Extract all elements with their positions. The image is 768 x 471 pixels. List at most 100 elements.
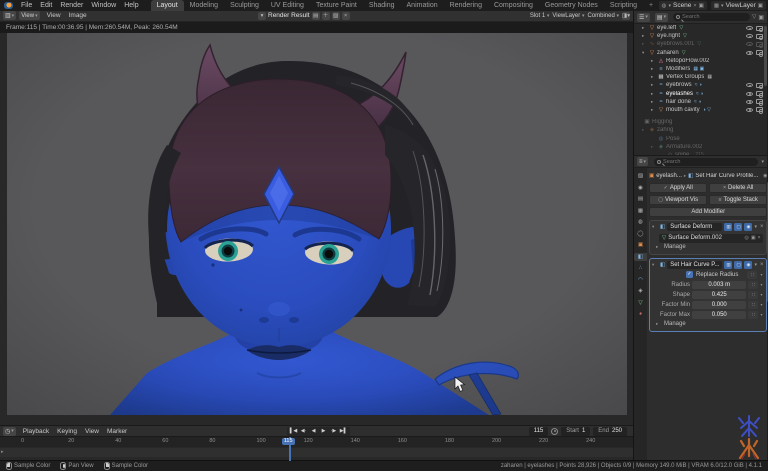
realtime-toggle-icon[interactable]: ▢ xyxy=(734,261,742,269)
expand-caret-icon[interactable]: ▾ xyxy=(652,224,658,230)
attribute-toggle-icon[interactable]: ∷ xyxy=(747,271,757,279)
timeline-menu[interactable]: Playback xyxy=(19,428,53,435)
eyedropper-icon[interactable]: ◎ xyxy=(744,235,748,241)
topbar-menu[interactable]: Edit xyxy=(36,2,56,9)
modifier-action-button[interactable]: ✓Apply All xyxy=(649,183,707,193)
disable-render-icon[interactable] xyxy=(756,42,763,47)
checkbox-checked-icon[interactable]: ✓ xyxy=(686,271,693,278)
extras-chevron-icon[interactable]: ▾ xyxy=(754,262,757,268)
new-image-icon[interactable]: ＋ xyxy=(322,12,330,20)
outliner-row[interactable]: ▣ Rigging xyxy=(634,118,767,126)
fake-user-icon[interactable]: ▤ xyxy=(312,12,320,20)
slot-dropdown[interactable]: Slot 1 ▾ xyxy=(530,13,550,19)
outliner-row[interactable]: ▸ ≡ Modifiers xyxy=(634,65,767,73)
workspace-tab[interactable]: Sculpting xyxy=(224,0,265,11)
outliner-row[interactable]: ▸ ▽ eye.left xyxy=(634,24,767,32)
extras-dot-icon[interactable]: ▾ xyxy=(760,292,764,297)
topbar-menu[interactable]: Help xyxy=(120,2,142,9)
pass-dropdown[interactable]: Combined ▾ xyxy=(587,13,619,19)
topbar-menu[interactable]: Window xyxy=(87,2,120,9)
modifier-action-button[interactable]: ▢Viewport Vis xyxy=(649,195,707,205)
modifier-action-button[interactable]: ×Delete All xyxy=(709,183,768,193)
outliner-editor-type-button[interactable]: ☰▾ xyxy=(637,13,650,22)
attribute-toggle-icon[interactable]: ∷ xyxy=(748,281,758,289)
input-value-field[interactable]: 0.050 xyxy=(692,311,746,319)
display-channels-icon[interactable]: ◨▾ xyxy=(622,12,630,20)
workspace-tab[interactable]: Scripting xyxy=(604,0,643,11)
filter-icon[interactable]: ▽ xyxy=(752,14,756,20)
render-toggle-icon[interactable]: ◉ xyxy=(744,261,752,269)
properties-tab-icon[interactable]: ◉ xyxy=(634,184,647,192)
workspace-tab[interactable]: Layout xyxy=(151,0,184,11)
disable-render-icon[interactable] xyxy=(756,83,763,88)
target-object-field[interactable]: ▽ Surface Deform.002 ◎▣× xyxy=(659,234,763,243)
playback-button[interactable]: ▶ xyxy=(319,427,328,436)
outliner-row[interactable]: ◍ Pose xyxy=(634,134,767,142)
new-scene-icon[interactable]: ▣ xyxy=(699,3,704,9)
attribute-toggle-icon[interactable]: ∷ xyxy=(748,311,758,319)
attribute-toggle-icon[interactable]: ∷ xyxy=(748,301,758,309)
extras-dot-icon[interactable]: ▾ xyxy=(760,282,764,287)
input-value-field[interactable]: 0.003 m xyxy=(692,281,746,289)
properties-tab-icon[interactable]: ◕ xyxy=(634,310,647,318)
image-name[interactable]: Render Result xyxy=(268,12,310,19)
timeline-playhead[interactable]: 115 xyxy=(289,437,291,461)
timeline-menu[interactable]: Marker xyxy=(103,428,131,435)
workspace-tab[interactable]: Geometry Nodes xyxy=(539,0,604,11)
playback-button[interactable]: ·▶ xyxy=(329,427,338,436)
workspace-tab[interactable]: Texture Paint xyxy=(310,0,363,11)
workspace-tab[interactable]: Modeling xyxy=(184,0,224,11)
image-editor-menu[interactable]: View xyxy=(43,12,65,19)
unlink-icon[interactable]: × xyxy=(693,3,696,9)
modifier-action-button[interactable]: ≡Toggle Stack xyxy=(709,195,768,205)
workspace-tab[interactable]: Rendering xyxy=(444,0,488,11)
disable-render-icon[interactable] xyxy=(756,99,763,104)
playback-button[interactable]: ▶▌ xyxy=(339,427,348,436)
add-modifier-button[interactable]: Add Modifier xyxy=(649,207,767,217)
image-editor-menu[interactable]: Image xyxy=(65,12,91,19)
outliner-row[interactable]: ▸ ◬ RetopoFlow.002 xyxy=(634,57,767,65)
outliner-row[interactable]: ▸ ≈ eyebrows xyxy=(634,81,767,89)
image-editor-canvas[interactable]: Frame:115 | Time:00:36.95 | Mem:260.54M,… xyxy=(0,22,633,416)
outliner-row[interactable]: ▾ ▽ zaharen xyxy=(634,49,767,57)
disable-render-icon[interactable] xyxy=(756,107,763,112)
properties-tab-icon[interactable]: ◧ xyxy=(634,253,647,261)
display-mode-button[interactable]: ▤▾ xyxy=(655,13,668,22)
layer-dropdown[interactable]: ViewLayer ▾ xyxy=(552,13,584,19)
properties-tab-icon[interactable]: ▽ xyxy=(634,299,647,307)
disable-render-icon[interactable] xyxy=(756,91,763,96)
hide-viewport-icon[interactable] xyxy=(746,83,753,87)
properties-tab-icon[interactable]: ▤ xyxy=(634,195,647,203)
properties-tab-icon[interactable]: ▨ xyxy=(634,172,647,180)
workspace-tab[interactable]: Shading xyxy=(363,0,401,11)
topbar-menu[interactable]: File xyxy=(17,2,36,9)
modifier-name-field[interactable]: Surface Deform xyxy=(667,223,722,231)
end-frame-field[interactable]: End250 xyxy=(593,427,627,436)
outliner-row[interactable]: ▸ ◈ Armature.002 xyxy=(634,143,767,151)
properties-search-input[interactable] xyxy=(663,159,755,165)
outliner-row[interactable]: ▸ ∿ eyebrows.001 xyxy=(634,40,767,48)
close-icon[interactable]: × xyxy=(759,224,765,230)
playback-button[interactable]: ◀ xyxy=(309,427,318,436)
current-frame-field[interactable]: 115 xyxy=(529,427,549,436)
timeline-editor-type-button[interactable]: ◷▾ xyxy=(3,427,16,436)
start-frame-field[interactable]: Start1 xyxy=(561,427,590,436)
edit-mode-toggle-icon[interactable]: ▥ xyxy=(724,261,732,269)
manage-subpanel[interactable]: ▸ Manage xyxy=(652,243,764,252)
outliner-row[interactable]: ▸ ▽ eye.right xyxy=(634,32,767,40)
outliner-scrollbar[interactable] xyxy=(764,26,767,86)
view-layer-selector[interactable]: ▦ ▾ ViewLayer ▣ xyxy=(711,1,766,10)
hide-viewport-icon[interactable] xyxy=(746,108,753,112)
outliner-row[interactable]: ▸ ▦ Vertex Groups xyxy=(634,73,767,81)
breadcrumb-modifier[interactable]: Set Hair Curve Profile... xyxy=(695,173,758,179)
modifier-name-field[interactable]: Set Hair Curve P... xyxy=(667,261,722,269)
auto-key-icon[interactable] xyxy=(551,428,558,435)
disable-render-icon[interactable] xyxy=(756,26,763,31)
render-toggle-icon[interactable]: ◉ xyxy=(744,223,752,231)
properties-tab-icon[interactable]: ∴ xyxy=(634,264,647,272)
properties-editor-type-button[interactable]: ≡▾ xyxy=(637,157,648,166)
hide-viewport-icon[interactable] xyxy=(746,26,753,30)
attribute-toggle-icon[interactable]: ∷ xyxy=(748,291,758,299)
workspace-tab[interactable]: Compositing xyxy=(488,0,539,11)
duplicate-icon[interactable]: ▣ xyxy=(751,235,756,241)
